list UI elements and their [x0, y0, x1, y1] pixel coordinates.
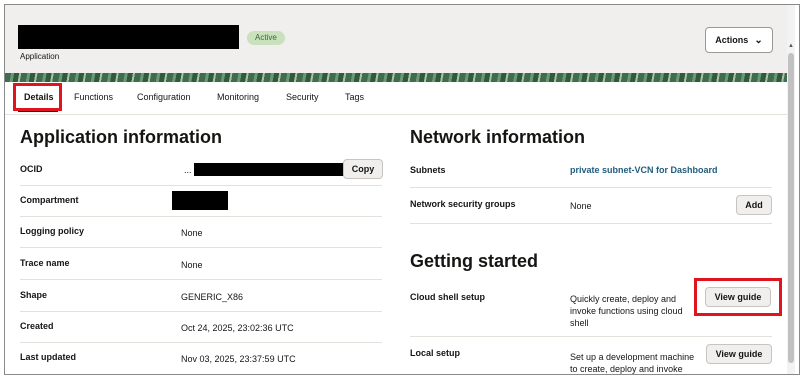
add-nsg-button[interactable]: Add [736, 195, 772, 215]
row-divider [20, 185, 382, 186]
row-divider [20, 247, 382, 248]
redacted-compartment [172, 191, 228, 210]
row-divider [20, 342, 382, 343]
view-guide-highlight [694, 278, 782, 316]
decorative-banner [5, 73, 793, 82]
resource-type-label: Application [20, 52, 60, 61]
copy-ocid-button[interactable]: Copy [343, 159, 383, 179]
local-setup-label: Local setup [410, 348, 461, 358]
tab-configuration[interactable]: Configuration [137, 92, 191, 102]
subnet-link[interactable]: private subnet-VCN for Dashboard [570, 165, 718, 175]
local-setup-description: Set up a development machine to create, … [570, 352, 695, 374]
ocid-label: OCID [20, 164, 43, 174]
row-divider [410, 223, 772, 224]
getting-started-heading: Getting started [410, 251, 539, 271]
trace-name-label: Trace name [20, 258, 70, 268]
scrollbar-thumb[interactable] [788, 53, 794, 363]
page-header: Active Application Actions ⌄ [5, 5, 793, 73]
row-divider [20, 279, 382, 280]
created-label: Created [20, 321, 54, 331]
tab-tags[interactable]: Tags [345, 92, 364, 102]
trace-name-value: None [181, 260, 203, 270]
shape-value: GENERIC_X86 [181, 292, 244, 302]
row-divider [410, 336, 772, 337]
actions-label: Actions [715, 35, 749, 45]
tab-monitoring[interactable]: Monitoring [217, 92, 259, 102]
chevron-down-icon: ⌄ [754, 34, 763, 46]
scroll-up-icon[interactable]: ▲ [787, 43, 795, 49]
network-security-groups-label: Network security groups [410, 199, 516, 209]
details-content: Application information OCID ... Copy Co… [5, 115, 787, 374]
tab-functions[interactable]: Functions [74, 92, 113, 102]
tab-bar: Details Functions Configuration Monitori… [5, 82, 793, 115]
cloud-shell-setup-label: Cloud shell setup [410, 292, 486, 302]
network-information-heading: Network information [410, 127, 586, 147]
tab-security[interactable]: Security [286, 92, 319, 102]
last-updated-value: Nov 03, 2025, 23:37:59 UTC [181, 354, 296, 364]
status-badge: Active [247, 31, 285, 45]
subnets-label: Subnets [410, 165, 446, 175]
created-value: Oct 24, 2025, 23:02:36 UTC [181, 323, 294, 333]
vertical-scrollbar[interactable]: ▲ [787, 5, 795, 374]
row-divider [20, 216, 382, 217]
cloud-shell-setup-description: Quickly create, deploy and invoke functi… [570, 294, 683, 328]
row-divider [20, 311, 382, 312]
ocid-prefix: ... [184, 165, 192, 175]
actions-button[interactable]: Actions ⌄ [705, 27, 773, 53]
local-view-guide-button[interactable]: View guide [706, 344, 772, 364]
redacted-ocid [194, 163, 344, 176]
application-information-heading: Application information [20, 127, 222, 147]
details-tab-highlight [13, 83, 62, 111]
row-divider [410, 187, 772, 188]
compartment-label: Compartment [20, 195, 79, 205]
redacted-application-name [18, 25, 239, 49]
logging-policy-value: None [181, 228, 203, 238]
logging-policy-label: Logging policy [20, 226, 84, 236]
network-security-groups-value: None [570, 201, 592, 211]
shape-label: Shape [20, 290, 48, 300]
application-details-window: Active Application Actions ⌄ Details Fun… [4, 4, 800, 375]
last-updated-label: Last updated [20, 352, 77, 362]
